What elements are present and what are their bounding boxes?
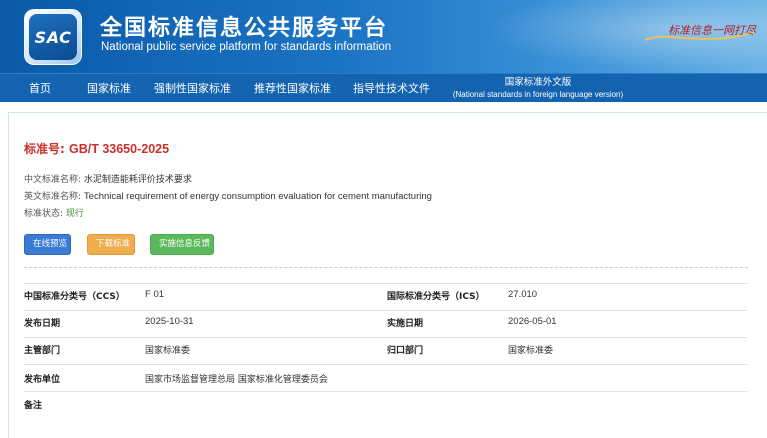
english-name-value: Technical requirement of energy consumpt… (83, 191, 432, 202)
online-preview-button[interactable]: 在线预览 (24, 234, 71, 255)
centralized-dept-label: 归口部门 (387, 346, 424, 356)
site-slogan: 标准信息一网打尽 (668, 24, 756, 37)
nav-recommended-standards[interactable]: 推荐性国家标准 (254, 74, 331, 103)
nav-foreign-sublabel: (National standards in foreign language … (452, 90, 624, 99)
nav-foreign-language-standards[interactable]: 国家标准外文版 (National standards in foreign l… (438, 77, 638, 100)
standard-detail-panel (8, 112, 767, 438)
table-row-divider (24, 364, 748, 365)
chinese-name-row: 中文标准名称: 水泥制造能耗评价技术要求 (24, 172, 192, 185)
table-row-divider (24, 337, 748, 338)
publish-date-value: 2025-10-31 (145, 316, 194, 327)
status-row: 标准状态: 现行 (24, 206, 84, 219)
status-label: 标准状态: (24, 209, 64, 219)
ccs-value: F 01 (145, 289, 165, 300)
competent-dept-value: 国家标准委 (145, 346, 191, 356)
sac-logo-mark: SAC (29, 14, 77, 60)
english-name-row: 英文标准名称: Technical requirement of energy … (24, 189, 432, 202)
implementation-feedback-button[interactable]: 实施信息反馈 (150, 234, 214, 255)
remark-label: 备注 (24, 401, 43, 411)
table-row-divider (24, 310, 748, 311)
nav-guidance-documents[interactable]: 指导性技术文件 (353, 74, 430, 103)
ccs-label: 中国标准分类号（CCS） (24, 292, 125, 302)
competent-dept-label: 主管部门 (24, 346, 61, 356)
standard-number-label: 标准号: (24, 142, 65, 156)
ics-label: 国际标准分类号（ICS） (387, 292, 485, 302)
implement-date-value: 2026-05-01 (508, 316, 557, 327)
table-row-divider (24, 391, 748, 392)
site-subtitle: National public service platform for sta… (101, 41, 392, 53)
centralized-dept-value: 国家标准委 (508, 346, 554, 356)
download-standard-button[interactable]: 下载标准 (87, 234, 135, 255)
nav-national-standards[interactable]: 国家标准 (87, 74, 131, 103)
standard-number-value: GB/T 33650-2025 (69, 142, 170, 156)
publish-date-label: 发布日期 (24, 319, 61, 329)
ics-value: 27.010 (508, 289, 538, 300)
sac-logo[interactable]: SAC (24, 9, 82, 65)
chinese-name-value: 水泥制造能耗评价技术要求 (83, 175, 192, 185)
nav-mandatory-standards[interactable]: 强制性国家标准 (154, 74, 231, 103)
implement-date-label: 实施日期 (387, 319, 424, 329)
issuer-label: 发布单位 (24, 375, 61, 385)
site-title: 全国标准信息公共服务平台 (100, 16, 389, 41)
nav-home[interactable]: 首页 (29, 74, 51, 103)
table-row-divider (24, 283, 748, 284)
standard-number: 标准号: GB/T 33650-2025 (24, 140, 169, 157)
nav-foreign-label: 国家标准外文版 (504, 77, 572, 88)
sac-logo-text: SAC (34, 27, 72, 47)
main-nav: 首页 国家标准 强制性国家标准 推荐性国家标准 指导性技术文件 国家标准外文版 … (0, 73, 767, 102)
section-divider (24, 267, 748, 268)
status-badge: 现行 (65, 209, 84, 219)
site-banner: SAC 全国标准信息公共服务平台 National public service… (0, 0, 767, 73)
english-name-label: 英文标准名称: (24, 192, 82, 202)
issuer-value: 国家市场监督管理总局 国家标准化管理委员会 (145, 375, 328, 385)
chinese-name-label: 中文标准名称: (24, 175, 82, 185)
